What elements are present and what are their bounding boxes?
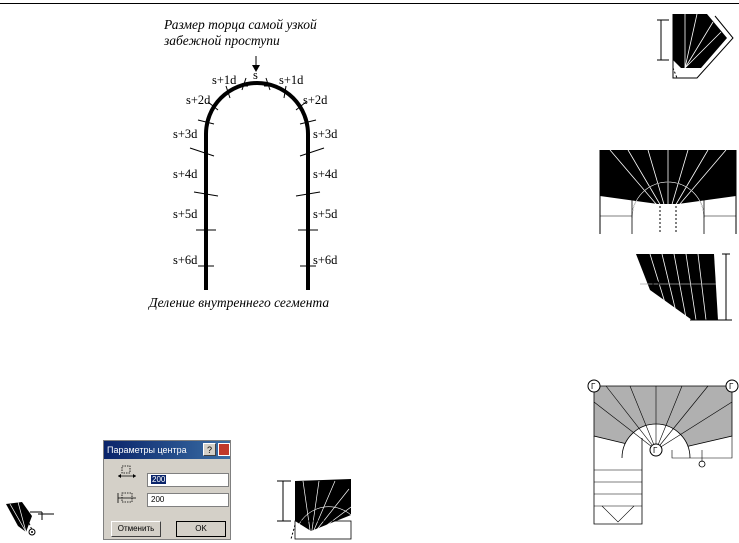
svg-text:Г: Г [653,446,658,455]
dialog-titlebar[interactable]: Параметры центра ? [104,441,230,459]
stair-plan-large: Г Г Г [587,379,739,525]
label-right-6: s+6d [313,253,338,267]
label-left-2: s+2d [186,93,211,107]
label-right-2: s+2d [303,93,328,107]
label-left-6: s+6d [173,253,198,267]
svg-text:Г: Г [591,382,596,391]
label-right-4: s+4d [313,167,338,181]
close-icon[interactable] [218,443,230,456]
label-left-5: s+5d [173,207,198,221]
help-icon[interactable]: ? [203,443,216,456]
caption-line-1: Размер торца самой узкой [164,17,317,32]
label-right-1: s+1d [279,73,304,87]
ok-button[interactable]: OK [176,521,226,537]
caption-narrowest-tread: Размер торца самой узкой забежной просту… [164,17,317,49]
stair-thumbnail-3 [636,253,732,321]
caption-line-2: забежной проступи [164,33,280,48]
stair-thumbnail-4 [277,479,352,540]
offset-field-1-value: 200 [151,475,167,484]
label-left-1: s+1d [212,73,237,87]
top-rule [0,3,739,4]
caption-inner-segment: Деление внутреннего сегмента [149,295,330,310]
label-left-4: s+4d [173,167,198,181]
label-left-3: s+3d [173,127,198,141]
label-right-3: s+3d [313,127,338,141]
offset-field-2[interactable]: 200 [147,493,229,507]
label-right-5: s+5d [313,207,338,221]
length-offset-icon [117,492,136,503]
center-params-dialog: Параметры центра ? 200 200 Отменить OK [103,440,231,540]
stair-fragment [6,501,54,536]
dialog-title: Параметры центра [107,445,187,455]
offset-field-1[interactable]: 200 [147,473,229,487]
svg-text:Г: Г [729,382,734,391]
stair-thumbnail-1 [657,13,734,79]
arch-path [204,81,310,290]
stair-thumbnail-2 [599,149,737,234]
cancel-button[interactable]: Отменить [111,521,161,537]
label-s: s [253,68,258,82]
width-offset-icon [118,465,136,478]
